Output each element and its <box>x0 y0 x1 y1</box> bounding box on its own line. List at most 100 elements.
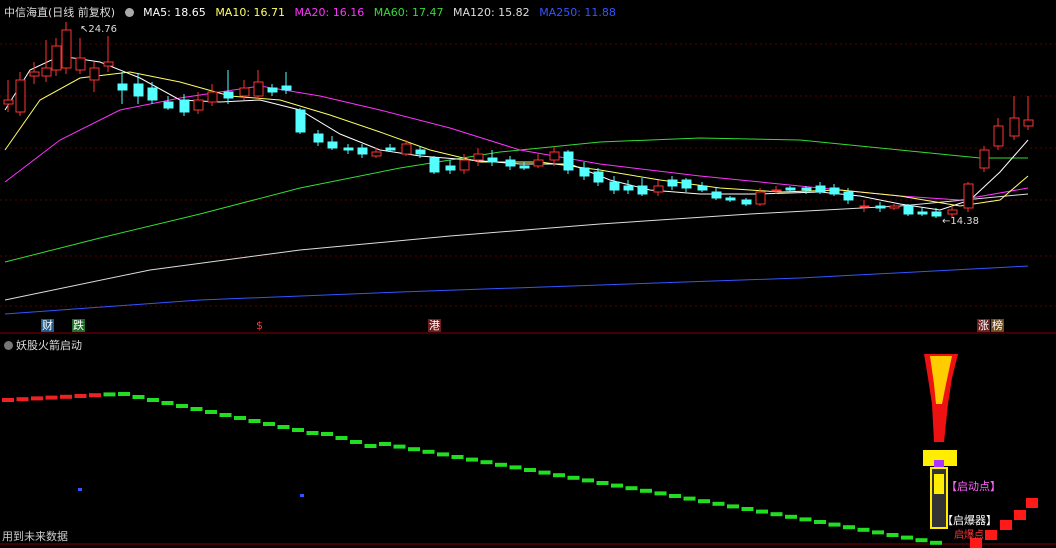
candle-body <box>843 191 854 201</box>
indicator-step-bar <box>466 457 478 462</box>
price-chart-canvas[interactable] <box>0 0 1056 334</box>
candle-body <box>133 83 144 97</box>
candle-body <box>103 61 114 67</box>
event-badge-drop[interactable]: 跌 <box>72 319 85 332</box>
indicator-step-bar <box>567 475 580 480</box>
candle-body <box>117 83 128 91</box>
indicator-step-bar <box>712 501 725 506</box>
candle-body <box>593 171 604 183</box>
candle-body <box>253 81 264 97</box>
candle-body <box>533 159 544 167</box>
candle-body <box>51 45 62 71</box>
rocket-window-icon <box>934 460 944 468</box>
indicator-toggle-icon[interactable] <box>4 341 13 350</box>
indicator-step-bar <box>161 401 174 405</box>
candle-body <box>163 101 174 109</box>
candle-body <box>267 87 278 93</box>
candle-body <box>429 157 440 173</box>
settings-dot-icon[interactable] <box>124 8 134 17</box>
candle-body <box>785 187 796 191</box>
candle-body <box>371 151 382 157</box>
event-badge-rise[interactable]: 涨 <box>977 319 990 332</box>
rise-step-bar <box>1014 510 1026 520</box>
candle-body <box>459 159 470 171</box>
indicator-step-bar <box>234 416 246 420</box>
indicator-panel[interactable]: 妖股火箭启动 【启动点】 【启爆器】 启爆点 用到未来数据 <box>0 334 1056 548</box>
indicator-step-bar <box>147 398 159 402</box>
ma120-line <box>4 193 1029 301</box>
indicator-step-bar <box>45 395 58 400</box>
indicator-step-bar <box>335 436 348 440</box>
ma5-line <box>4 55 1029 211</box>
candle-body <box>711 191 722 199</box>
candle-body <box>549 151 560 161</box>
price-chart-panel[interactable]: 中信海直(日线 前复权) MA5: 18.65 MA10: 16.71 MA20… <box>0 0 1056 334</box>
indicator-step-bar <box>74 394 87 398</box>
indicator-step-bar <box>785 514 797 519</box>
indicator-canvas[interactable] <box>0 334 1056 548</box>
indicator-step-bar <box>350 440 362 444</box>
indicator-step-bar <box>437 452 449 457</box>
candle-body <box>401 143 412 155</box>
candle-body <box>207 91 218 103</box>
event-badge-hk[interactable]: 港 <box>428 319 441 332</box>
candle-body <box>815 185 826 193</box>
indicator-step-bar <box>582 478 594 483</box>
indicator-step-bar <box>843 525 855 530</box>
candle-body <box>239 87 250 97</box>
candle-body <box>147 87 158 101</box>
indicator-step-bar <box>640 488 652 493</box>
candle-body <box>681 179 692 189</box>
indicator-step-bar <box>553 473 565 478</box>
candle-body <box>931 211 942 217</box>
candle-body <box>223 91 234 99</box>
indicator-step-bar <box>625 486 638 491</box>
indicator-step-bar <box>814 520 826 524</box>
blue-marker <box>300 494 304 497</box>
indicator-step-bar <box>538 470 551 475</box>
candle-body <box>487 157 498 163</box>
high-price-value: 24.76 <box>88 24 118 35</box>
explode-point-label: 启爆点 <box>954 530 984 541</box>
low-price-label: ←14.38 <box>942 216 980 227</box>
indicator-step-bar <box>89 393 101 398</box>
blue-marker <box>78 488 82 491</box>
indicator-step-bar <box>132 395 145 399</box>
ma60-label: MA60: 17.47 <box>373 6 444 19</box>
candle-body <box>755 191 766 205</box>
indicator-step-bar <box>915 538 928 543</box>
candle-body <box>875 205 886 209</box>
indicator-step-bar <box>901 535 913 540</box>
event-badge-dollar[interactable]: $ <box>255 319 264 332</box>
candle-body <box>295 109 306 133</box>
rocket-fuel-icon <box>934 474 944 494</box>
candle-body <box>889 205 900 209</box>
candle-body <box>653 185 664 193</box>
candle-body <box>29 71 40 77</box>
candle-body <box>725 197 736 201</box>
candle-body <box>963 183 974 209</box>
event-badge-list[interactable]: 榜 <box>991 319 1004 332</box>
candle-body <box>947 209 958 215</box>
indicator-step-bar <box>872 530 884 535</box>
candle-body <box>505 159 516 167</box>
indicator-step-bar <box>219 413 232 417</box>
indicator-step-bar <box>393 444 406 449</box>
indicator-step-bar <box>770 512 783 517</box>
candle-body <box>829 187 840 195</box>
candle-body <box>415 149 426 155</box>
candle-body <box>637 185 648 195</box>
ma120-label: MA120: 15.82 <box>452 6 530 19</box>
candle-body <box>697 185 708 191</box>
candle-body <box>623 185 634 191</box>
event-badge-finance[interactable]: 财 <box>41 319 54 332</box>
indicator-step-bar <box>596 481 609 485</box>
indicator-step-bar <box>277 425 290 429</box>
candle-body <box>385 147 396 151</box>
indicator-step-bar <box>408 447 420 452</box>
indicator-step-bar <box>930 540 942 545</box>
start-point-label: 【启动点】 <box>946 480 1001 493</box>
indicator-step-bar <box>422 449 435 454</box>
indicator-step-bar <box>611 483 623 488</box>
indicator-step-bar <box>292 428 304 432</box>
